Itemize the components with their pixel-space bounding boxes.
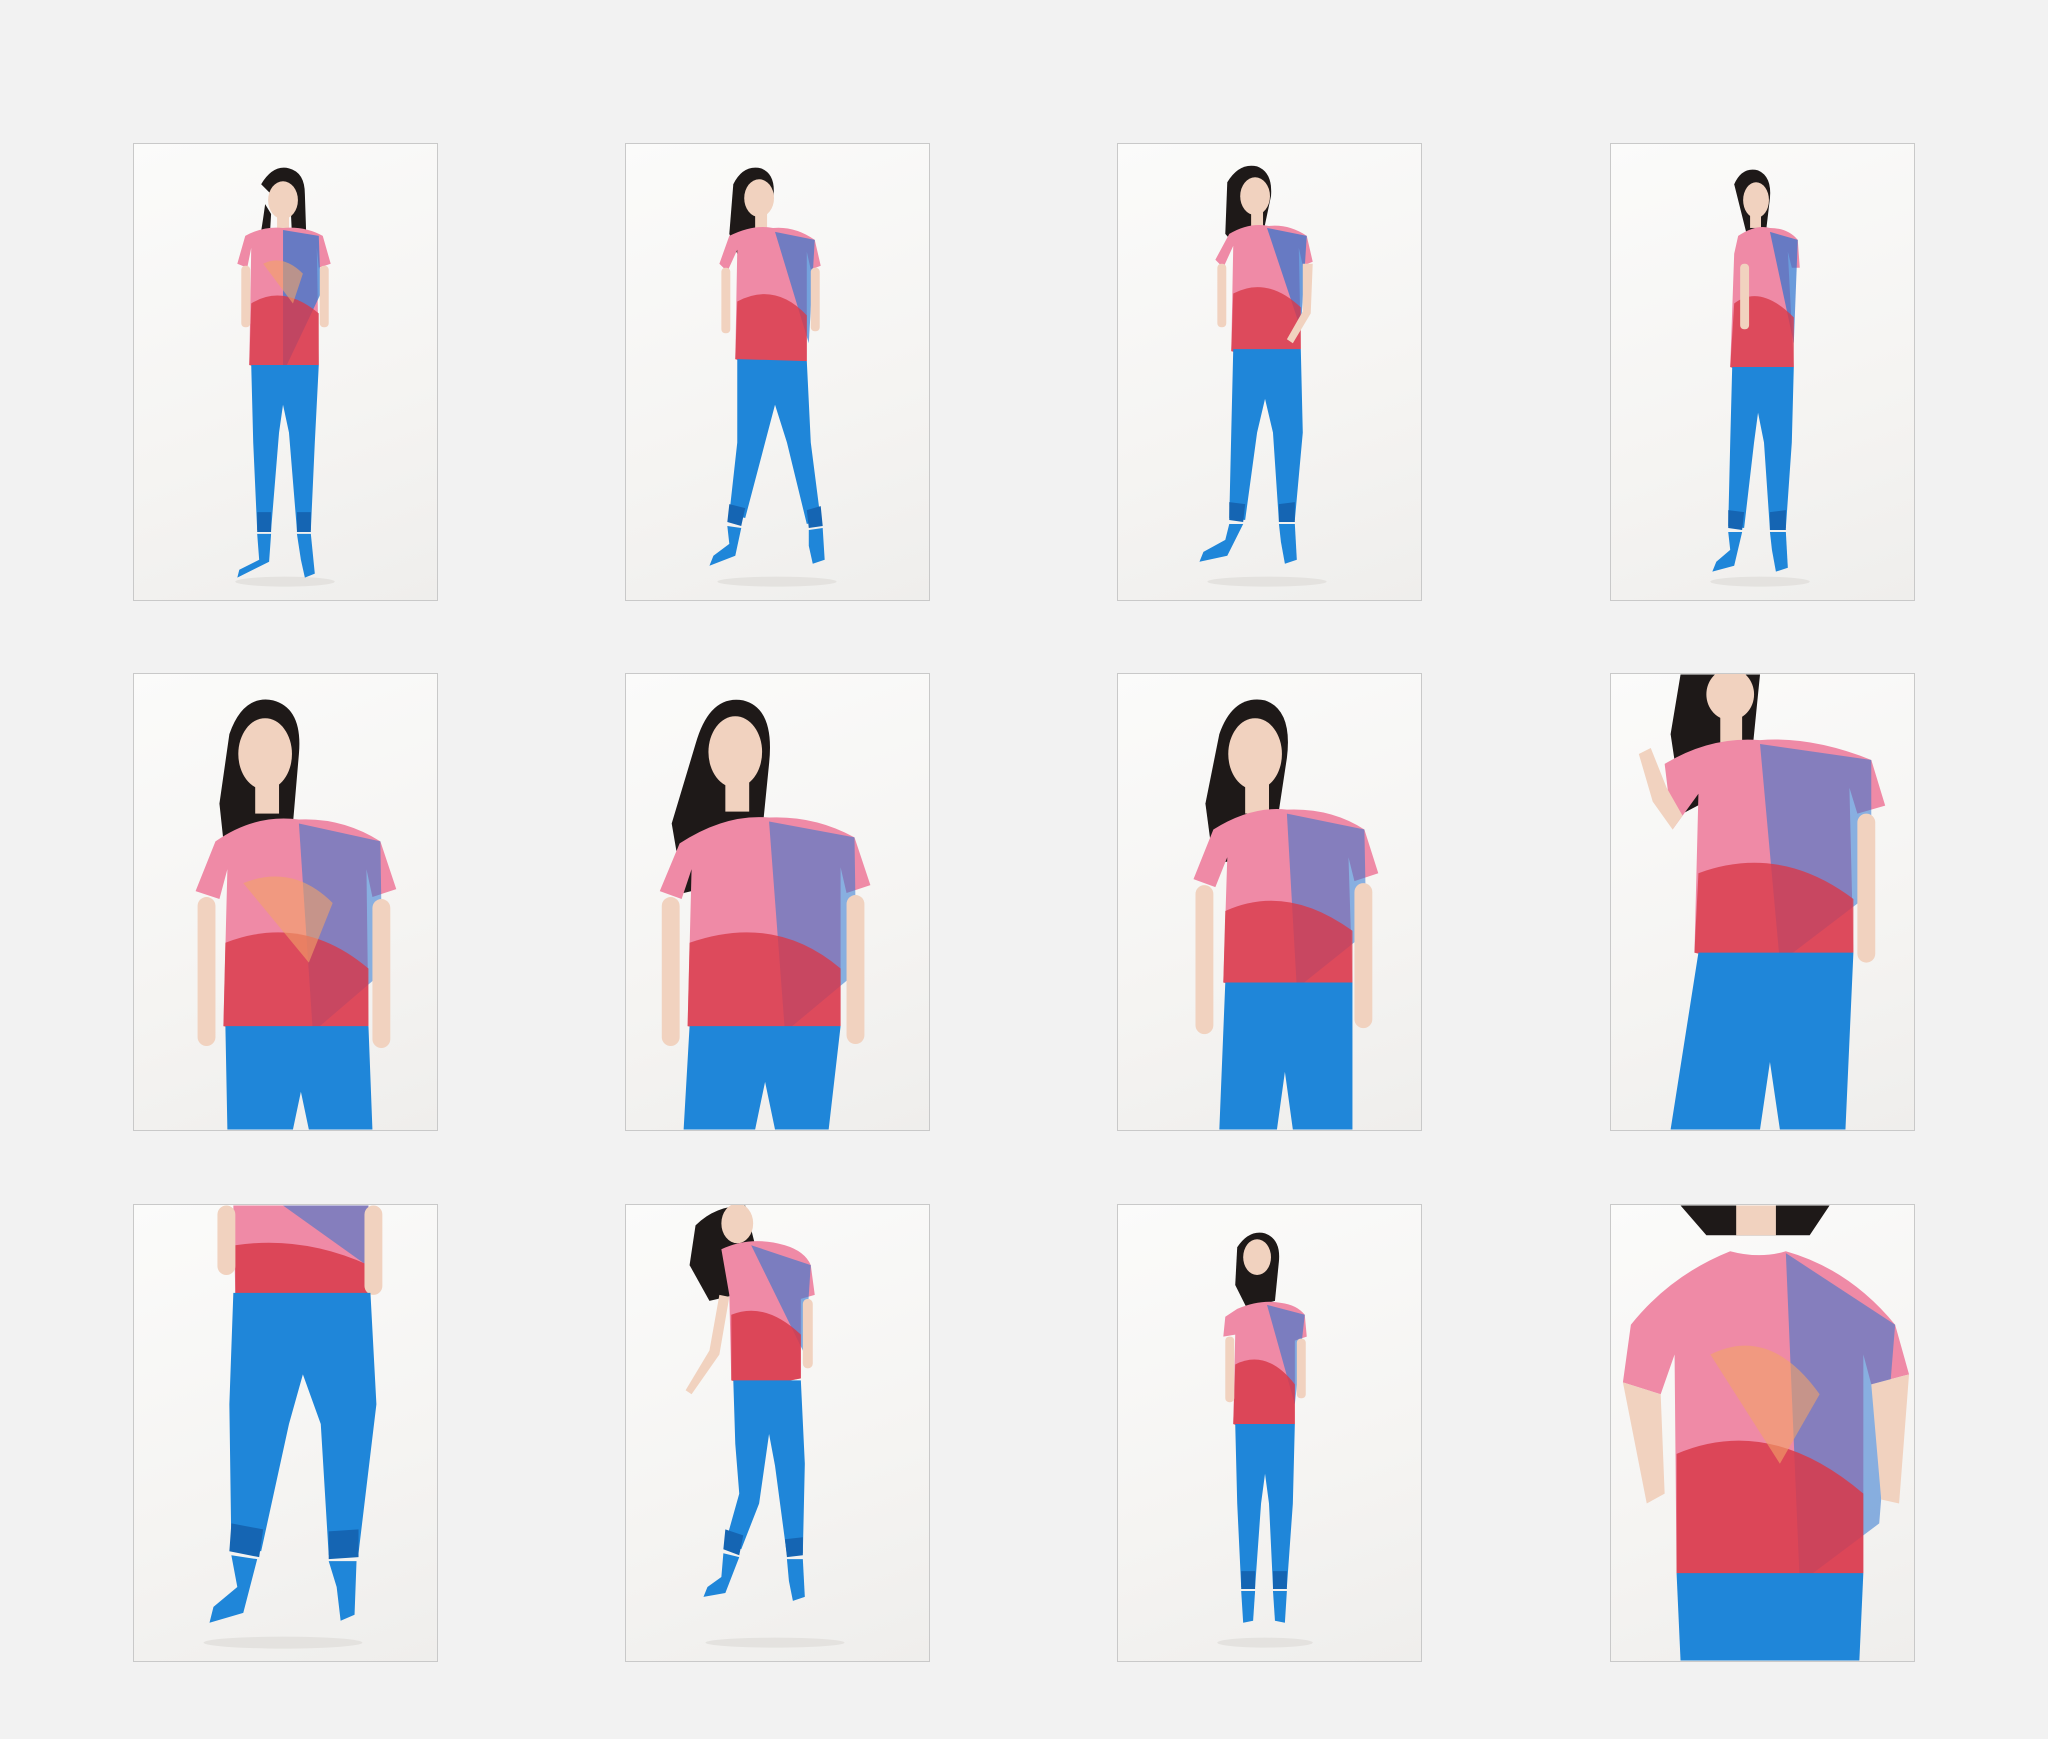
model-top-closeup-image <box>1622 1205 1910 1661</box>
model-full-hand-in-pocket-image <box>1199 165 1327 587</box>
model-mid-front-looking-left-image <box>195 699 397 1130</box>
product-thumbnail-6[interactable] <box>625 673 930 1131</box>
model-full-front-turned-image <box>709 167 837 587</box>
model-mid-front-head-tilt-image <box>1193 699 1379 1130</box>
product-thumbnail-8[interactable] <box>1610 673 1915 1131</box>
model-mid-arm-raised-image <box>1638 674 1886 1130</box>
model-full-side-image <box>1710 169 1810 587</box>
product-thumbnail-7[interactable] <box>1117 673 1422 1131</box>
product-thumbnail-9[interactable] <box>133 1204 438 1662</box>
product-thumbnail-10[interactable] <box>625 1204 930 1662</box>
model-full-side-walking-image <box>685 1205 845 1648</box>
model-lower-body-pants-image <box>203 1205 383 1649</box>
photo-grid <box>0 0 2048 1739</box>
product-thumbnail-11[interactable] <box>1117 1204 1422 1662</box>
model-mid-front-smiling-image <box>659 699 871 1130</box>
model-full-front-image <box>235 167 335 587</box>
product-thumbnail-5[interactable] <box>133 673 438 1131</box>
product-thumbnail-12[interactable] <box>1610 1204 1915 1662</box>
product-thumbnail-2[interactable] <box>625 143 930 601</box>
model-full-back-image <box>1217 1232 1313 1648</box>
product-thumbnail-1[interactable] <box>133 143 438 601</box>
product-thumbnail-4[interactable] <box>1610 143 1915 601</box>
product-thumbnail-3[interactable] <box>1117 143 1422 601</box>
